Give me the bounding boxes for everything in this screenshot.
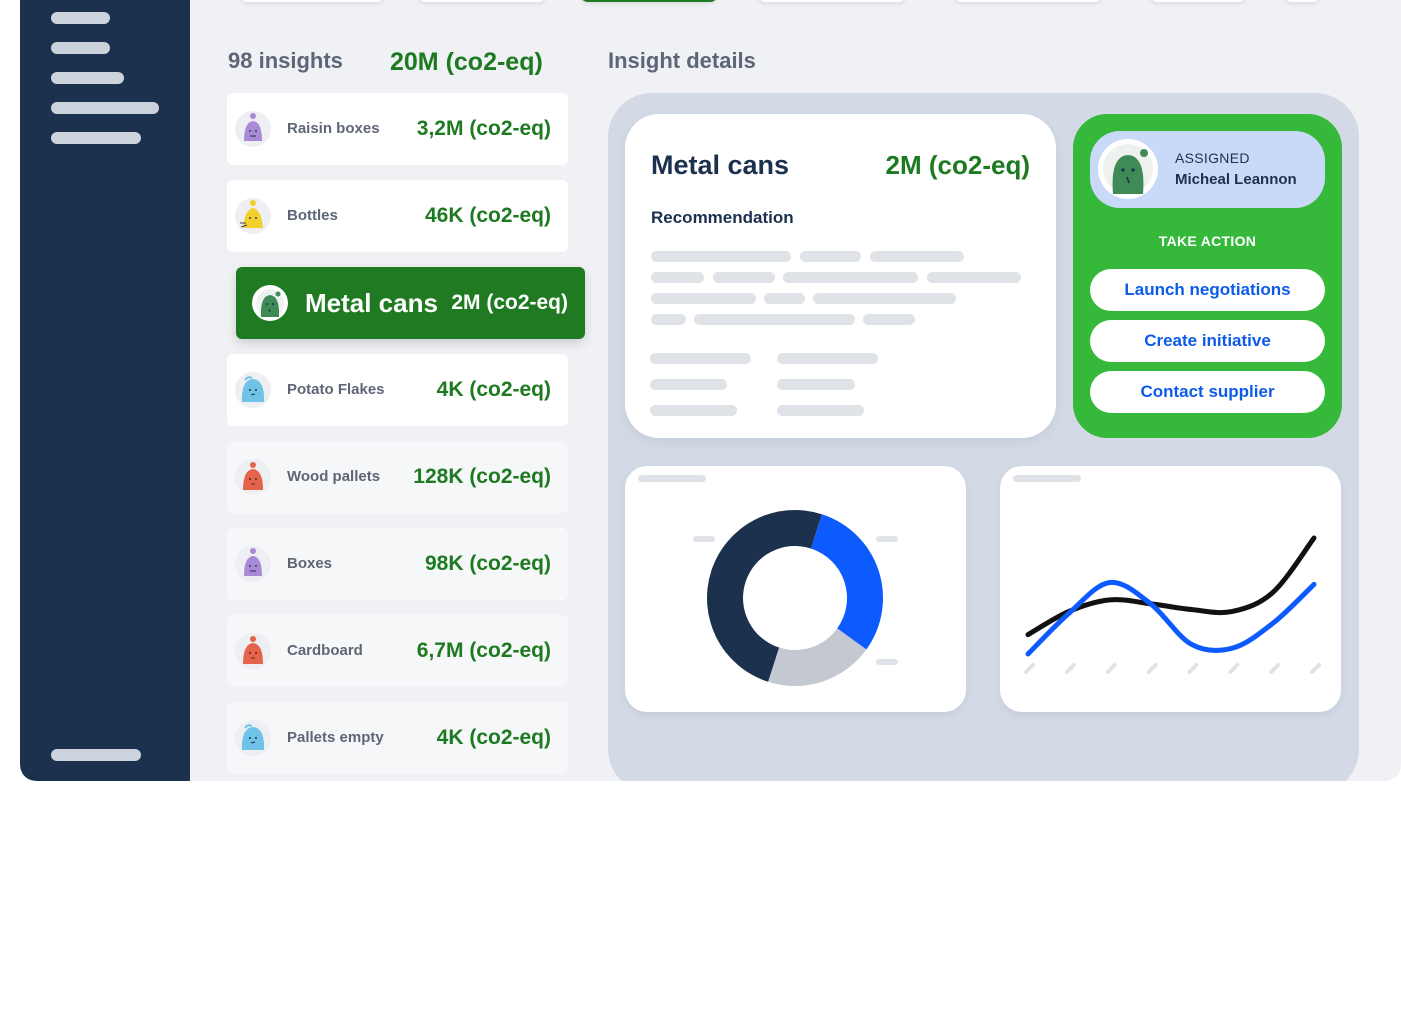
- donut-chart: [693, 510, 898, 686]
- sidebar-item[interactable]: [51, 102, 159, 114]
- list-item-value: 128K (co2-eq): [413, 465, 551, 488]
- x-tick-skeleton: [1187, 663, 1199, 674]
- x-tick-skeleton: [1064, 663, 1076, 674]
- yellow-blob-icon: [235, 198, 271, 234]
- sidebar-item[interactable]: [51, 132, 141, 144]
- text-skeleton: [870, 251, 964, 262]
- line-series: [1025, 535, 1317, 638]
- text-skeleton: [777, 405, 864, 416]
- text-skeleton: [783, 272, 918, 283]
- list-item-name: Potato Flakes: [287, 381, 385, 398]
- list-item[interactable]: Bottles 46K (co2-eq): [227, 180, 568, 252]
- blue-blob-icon: [235, 372, 271, 408]
- sidebar-item[interactable]: [51, 72, 124, 84]
- list-item-value: 3,2M (co2-eq): [416, 117, 551, 140]
- top-tab[interactable]: [954, 0, 1102, 2]
- x-tick-skeleton: [1269, 663, 1281, 674]
- top-tab[interactable]: [1150, 0, 1246, 2]
- create-initiative-button[interactable]: Create initiative: [1090, 320, 1325, 362]
- donut-slice: [810, 514, 883, 650]
- insights-total: 20M (co2-eq): [390, 48, 543, 76]
- contact-supplier-button[interactable]: Contact supplier: [1090, 371, 1325, 413]
- text-skeleton: [777, 353, 878, 364]
- details-header: Insight details: [608, 48, 756, 73]
- list-item-name: Wood pallets: [287, 468, 381, 485]
- list-item-name: Boxes: [287, 555, 333, 572]
- text-skeleton: [651, 272, 704, 283]
- sidebar-item[interactable]: [51, 12, 110, 24]
- take-action-panel: ASSIGNED Micheal Leannon TAKE ACTION Lau…: [1073, 114, 1342, 438]
- purple-blob-icon: [235, 111, 271, 147]
- insight-detail-card: Metal cans 2M (co2-eq) Recommendation: [625, 114, 1056, 438]
- list-item[interactable]: Potato Flakes 4K (co2-eq): [227, 354, 568, 426]
- top-tab-active[interactable]: [580, 0, 718, 2]
- donut-label-skeleton: [876, 536, 898, 542]
- text-skeleton: [927, 272, 1021, 283]
- blue-blob-icon: [235, 720, 271, 756]
- list-item-name: Raisin boxes: [287, 120, 380, 137]
- detail-title: Metal cans: [651, 150, 790, 180]
- avatar: [1098, 139, 1158, 199]
- x-tick-skeleton: [1024, 663, 1035, 674]
- donut-label-skeleton: [693, 536, 715, 542]
- list-item[interactable]: Pallets empty 4K (co2-eq): [227, 702, 568, 774]
- list-item-name: Metal cans: [305, 288, 438, 318]
- list-item-value: 6,7M (co2-eq): [416, 639, 551, 662]
- launch-negotiations-button[interactable]: Launch negotiations: [1090, 269, 1325, 311]
- take-action-heading: TAKE ACTION: [1158, 233, 1257, 249]
- list-item[interactable]: Cardboard 6,7M (co2-eq): [227, 615, 568, 687]
- x-tick-skeleton: [1310, 663, 1321, 674]
- text-skeleton: [694, 314, 855, 325]
- list-item-name: Pallets empty: [287, 729, 384, 746]
- list-item[interactable]: Wood pallets 128K (co2-eq): [227, 441, 568, 513]
- list-item-value: 4K (co2-eq): [436, 378, 551, 401]
- list-item-value: 98K (co2-eq): [424, 552, 551, 575]
- list-item-selected[interactable]: Metal cans 2M (co2-eq): [236, 267, 585, 339]
- x-tick-skeleton: [1228, 663, 1240, 674]
- list-item-value: 2M (co2-eq): [451, 291, 568, 314]
- text-skeleton: [651, 314, 686, 325]
- text-skeleton: [650, 379, 727, 390]
- line-chart-card: [1000, 466, 1341, 712]
- detail-value: 2M (co2-eq): [885, 150, 1030, 180]
- sidebar-footer-item[interactable]: [51, 749, 141, 761]
- sidebar-item[interactable]: [51, 42, 110, 54]
- donut-chart-card: [625, 466, 966, 712]
- text-skeleton: [800, 251, 861, 262]
- top-tab[interactable]: [418, 0, 546, 2]
- x-tick-skeleton: [1146, 663, 1158, 674]
- sidebar: [20, 0, 190, 781]
- list-item-value: 4K (co2-eq): [436, 726, 551, 749]
- red-blob-icon: [235, 459, 271, 495]
- insights-count: 98 insights: [228, 48, 343, 73]
- top-tab[interactable]: [758, 0, 906, 2]
- text-skeleton: [713, 272, 775, 283]
- text-skeleton: [651, 251, 791, 262]
- list-item[interactable]: Raisin boxes 3,2M (co2-eq): [227, 93, 568, 165]
- donut-label-skeleton: [876, 659, 898, 665]
- text-skeleton: [650, 405, 737, 416]
- green-blob-icon: [252, 285, 288, 321]
- text-skeleton: [777, 379, 855, 390]
- assignee-chip[interactable]: ASSIGNED Micheal Leannon: [1090, 131, 1325, 208]
- top-tab[interactable]: [240, 0, 385, 2]
- list-item[interactable]: Boxes 98K (co2-eq): [227, 528, 568, 600]
- recommendation-label: Recommendation: [651, 208, 794, 227]
- list-item-value: 46K (co2-eq): [424, 204, 551, 227]
- app-frame: 98 insights 20M (co2-eq) Insight details…: [20, 0, 1401, 781]
- assignee-name: Micheal Leannon: [1175, 171, 1297, 188]
- x-tick-skeleton: [1105, 663, 1117, 674]
- line-chart: [1024, 535, 1321, 674]
- text-skeleton: [764, 293, 805, 304]
- text-skeleton: [863, 314, 915, 325]
- text-skeleton: [813, 293, 956, 304]
- red-blob-icon: [235, 633, 271, 669]
- list-item-name: Bottles: [287, 207, 338, 224]
- text-skeleton: [650, 353, 751, 364]
- top-tab[interactable]: [1284, 0, 1320, 2]
- text-skeleton: [651, 293, 756, 304]
- list-item-name: Cardboard: [287, 642, 363, 659]
- assigned-label: ASSIGNED: [1175, 150, 1250, 166]
- purple-blob-icon: [235, 546, 271, 582]
